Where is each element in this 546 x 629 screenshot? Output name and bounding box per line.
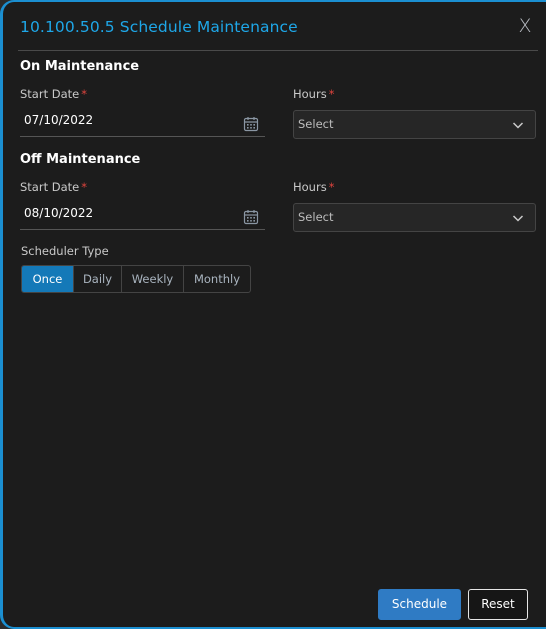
on-start-date-label: Start Date * <box>20 87 87 101</box>
on-maintenance-heading: On Maintenance <box>20 59 140 74</box>
off-start-date-input[interactable]: 08/10/2022 <box>20 202 265 230</box>
on-hours-label: Hours * <box>293 87 334 101</box>
chevron-down-icon <box>512 122 524 129</box>
scheduler-option-daily[interactable]: Daily <box>74 266 122 292</box>
reset-button[interactable]: Reset <box>468 589 528 620</box>
scheduler-type-label: Scheduler Type <box>21 244 109 258</box>
dialog-title: 10.100.50.5 Schedule Maintenance <box>20 18 298 36</box>
calendar-icon[interactable] <box>243 209 259 225</box>
off-start-date-label-text: Start Date <box>20 180 80 194</box>
off-hours-value: Select <box>298 210 334 224</box>
required-marker: * <box>81 87 87 101</box>
off-hours-label: Hours * <box>293 180 334 194</box>
off-hours-label-text: Hours <box>293 180 327 194</box>
off-hours-select[interactable]: Select <box>293 203 536 232</box>
on-start-date-input[interactable]: 07/10/2022 <box>20 109 265 137</box>
scheduler-option-monthly[interactable]: Monthly <box>184 266 250 292</box>
scheduler-type-toggle: Once Daily Weekly Monthly <box>21 265 251 293</box>
required-marker: * <box>328 87 335 101</box>
required-marker: * <box>328 180 335 194</box>
scheduler-option-once[interactable]: Once <box>22 266 74 292</box>
off-start-date-value: 08/10/2022 <box>24 206 94 220</box>
off-maintenance-heading: Off Maintenance <box>20 152 141 167</box>
off-start-date-label: Start Date * <box>20 180 87 194</box>
chevron-down-icon <box>512 215 524 222</box>
on-hours-value: Select <box>298 117 334 131</box>
scheduler-option-weekly[interactable]: Weekly <box>122 266 184 292</box>
on-hours-select[interactable]: Select <box>293 110 536 139</box>
close-icon[interactable]: X <box>516 16 534 36</box>
on-hours-label-text: Hours <box>293 87 327 101</box>
calendar-icon[interactable] <box>243 116 259 132</box>
header-divider <box>18 50 538 51</box>
required-marker: * <box>81 180 87 194</box>
on-start-date-value: 07/10/2022 <box>24 113 94 127</box>
schedule-button[interactable]: Schedule <box>378 589 461 620</box>
schedule-maintenance-dialog: 10.100.50.5 Schedule Maintenance X On Ma… <box>0 0 546 629</box>
on-start-date-label-text: Start Date <box>20 87 80 101</box>
